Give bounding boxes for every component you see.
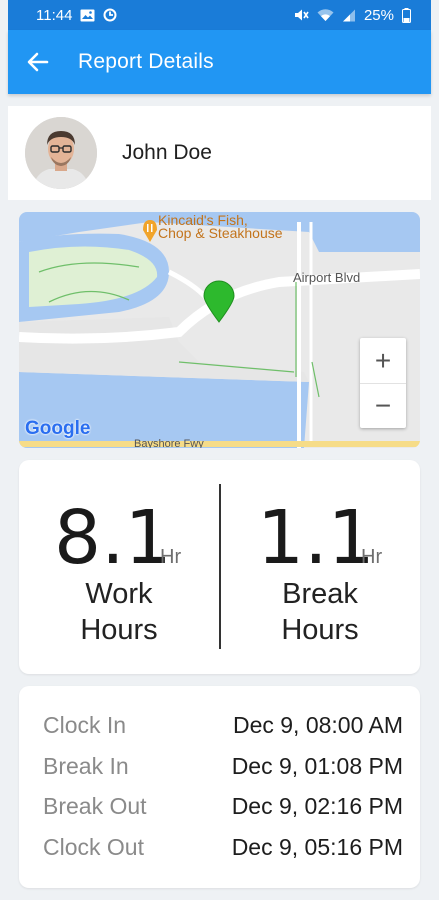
status-bar: 11:44 25%: [8, 0, 431, 30]
map-zoom-controls: + −: [360, 338, 406, 428]
signal-icon: [342, 9, 356, 22]
mute-icon: [294, 8, 309, 22]
time-row-label: Clock In: [43, 712, 127, 738]
work-hours-label-line1: Work: [85, 578, 153, 610]
time-row-break-in: Break In Dec 9, 01:08 PM: [43, 753, 403, 793]
work-hours-unit: Hr: [160, 546, 182, 568]
road-label: Airport Blvd: [293, 270, 361, 285]
time-row-break-out: Break Out Dec 9, 02:16 PM: [43, 793, 403, 833]
time-row-label: Break In: [43, 753, 129, 779]
zoom-in-button[interactable]: +: [360, 338, 406, 383]
zoom-out-button[interactable]: −: [360, 383, 406, 428]
app-bar: Report Details: [8, 30, 431, 94]
wifi-icon: [317, 8, 334, 22]
google-logo: Google: [25, 418, 91, 439]
page-title: Report Details: [78, 50, 214, 73]
status-time: 11:44: [36, 6, 73, 24]
break-hours-unit: Hr: [361, 546, 383, 568]
break-hours-label-line1: Break: [282, 578, 358, 610]
time-row-label: Break Out: [43, 793, 147, 819]
avatar: [25, 117, 97, 189]
user-name: John Doe: [122, 141, 212, 164]
hours-summary-card: 8.1 Hr Work Hours 1.1 Hr Break Hours: [19, 460, 420, 674]
sync-icon: [103, 8, 117, 22]
battery-icon: [402, 7, 411, 23]
break-hours-value: 1.1: [257, 495, 375, 581]
back-button[interactable]: [8, 30, 68, 94]
bottom-road-label: Bayshore Fwy: [134, 438, 204, 448]
work-hours-label: Work Hours: [19, 576, 219, 648]
arrow-back-icon: [27, 52, 49, 72]
break-hours-block: 1.1 Hr Break Hours: [220, 460, 420, 674]
time-row-value: Dec 9, 05:16 PM: [231, 834, 403, 860]
work-hours-value: 8.1: [54, 495, 172, 581]
poi-label-line2: Chop & Steakhouse: [158, 225, 283, 241]
time-row-clock-out: Clock Out Dec 9, 05:16 PM: [43, 834, 403, 874]
work-hours-block: 8.1 Hr Work Hours: [19, 460, 219, 674]
break-hours-label-line2: Hours: [281, 614, 359, 646]
location-map[interactable]: Kincaid's Fish, Chop & Steakhouse Airpor…: [19, 212, 420, 448]
battery-percent: 25%: [363, 6, 394, 24]
time-log-card: Clock In Dec 9, 08:00 AM Break In Dec 9,…: [19, 686, 420, 888]
work-hours-label-line2: Hours: [80, 614, 158, 646]
time-row-value: Dec 9, 02:16 PM: [231, 793, 403, 819]
time-row-clock-in: Clock In Dec 9, 08:00 AM: [43, 712, 403, 752]
time-row-label: Clock Out: [43, 834, 144, 860]
image-icon: [80, 9, 95, 22]
time-row-value: Dec 9, 08:00 AM: [232, 712, 403, 738]
break-hours-label: Break Hours: [220, 576, 420, 648]
profile-header: John Doe: [8, 106, 431, 200]
time-row-value: Dec 9, 01:08 PM: [231, 753, 403, 779]
